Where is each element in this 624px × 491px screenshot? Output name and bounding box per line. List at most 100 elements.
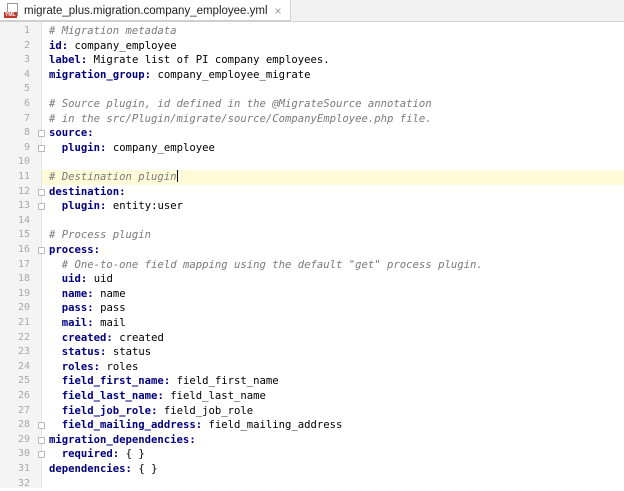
line-number: 31 xyxy=(17,463,30,474)
yaml-value: mail xyxy=(100,317,126,329)
code-line[interactable]: # Source plugin, id defined in the @Migr… xyxy=(42,97,624,112)
line-number: 29 xyxy=(17,433,30,445)
code-line-content: pass: pass xyxy=(49,301,126,316)
code-line-content: roles: roles xyxy=(49,360,139,375)
yaml-key: migration_group xyxy=(49,68,145,81)
code-line[interactable]: dependencies: { } xyxy=(42,462,624,477)
line-number: 13 xyxy=(17,200,30,212)
yaml-key: name xyxy=(61,287,88,300)
code-line-content: field_mailing_address: field_mailing_add… xyxy=(49,418,343,433)
code-comment: # Process plugin xyxy=(49,229,152,242)
fold-marker-icon[interactable] xyxy=(38,130,45,138)
yaml-value: Migrate list of PI company employees. xyxy=(93,54,330,67)
text-caret xyxy=(176,170,178,182)
close-icon[interactable]: × xyxy=(275,4,282,18)
code-line-content: name: name xyxy=(49,287,126,302)
code-line[interactable]: # in the src/Plugin/migrate/source/Compa… xyxy=(42,112,624,127)
code-line-content: # Destination plugin xyxy=(49,170,178,185)
line-number: 12 xyxy=(17,185,30,197)
code-line[interactable]: destination: xyxy=(42,185,624,200)
code-line-content: migration_dependencies: xyxy=(49,433,196,446)
code-line[interactable] xyxy=(42,82,624,97)
line-number: 28 xyxy=(17,419,30,431)
yaml-key: plugin xyxy=(61,141,101,154)
yaml-key: dependencies xyxy=(49,463,126,475)
code-line-content: # Source plugin, id defined in the @Migr… xyxy=(49,97,432,112)
yaml-key: roles xyxy=(61,360,94,373)
file-tab[interactable]: YML migrate_plus.migration.company_emplo… xyxy=(0,0,291,22)
code-line[interactable]: field_mailing_address: field_mailing_add… xyxy=(42,418,624,433)
code-line[interactable]: roles: roles xyxy=(42,360,624,375)
code-line[interactable]: field_first_name: field_first_name xyxy=(42,374,624,389)
yaml-value: { } xyxy=(125,448,145,461)
code-line[interactable]: id: company_employee xyxy=(42,39,624,54)
code-line[interactable]: required: { } xyxy=(42,447,624,462)
code-line-content: label: Migrate list of PI company employ… xyxy=(49,54,330,67)
code-line[interactable]: created: created xyxy=(42,331,624,346)
code-line[interactable]: migration_dependencies: xyxy=(42,433,624,448)
file-tab-label: migrate_plus.migration.company_employee.… xyxy=(24,4,268,17)
line-number: 7 xyxy=(23,112,30,124)
yaml-key: created xyxy=(61,331,107,344)
code-line[interactable]: field_last_name: field_last_name xyxy=(42,389,624,404)
code-line[interactable]: process: xyxy=(42,243,624,258)
code-line-content: # Process plugin xyxy=(49,228,151,243)
yaml-key: status xyxy=(61,346,101,359)
code-line[interactable]: name: name xyxy=(42,287,624,302)
code-line[interactable]: # One-to-one field mapping using the def… xyxy=(42,258,624,273)
code-line-content: dependencies: { } xyxy=(49,463,158,475)
yaml-key: destination xyxy=(49,185,120,198)
code-line[interactable]: source: xyxy=(42,126,624,141)
yaml-key: process xyxy=(49,244,94,256)
line-number: 5 xyxy=(23,83,30,95)
code-line[interactable] xyxy=(42,155,624,170)
code-comment: # Destination plugin xyxy=(49,171,177,183)
yaml-value: field_last_name xyxy=(170,390,266,402)
code-line[interactable]: plugin: company_employee xyxy=(42,141,624,156)
code-line[interactable]: label: Migrate list of PI company employ… xyxy=(42,53,624,68)
code-line[interactable]: # Process plugin xyxy=(42,228,624,243)
code-line[interactable]: uid: uid xyxy=(42,272,624,287)
line-number: 3 xyxy=(23,54,30,66)
yaml-value: uid xyxy=(93,273,113,286)
code-line[interactable]: field_job_role: field_job_role xyxy=(42,404,624,419)
code-line[interactable]: migration_group: company_employee_migrat… xyxy=(42,68,624,83)
yaml-key: label xyxy=(49,54,81,67)
yaml-key: id xyxy=(49,39,62,52)
line-number: 9 xyxy=(23,141,30,153)
code-line-content: field_job_role: field_job_role xyxy=(49,404,253,419)
fold-marker-icon[interactable] xyxy=(38,144,45,152)
code-line[interactable] xyxy=(42,477,624,491)
fold-marker-icon[interactable] xyxy=(38,436,45,444)
code-line[interactable]: # Destination plugin xyxy=(42,170,624,185)
line-number: 22 xyxy=(17,331,30,343)
fold-marker-icon[interactable] xyxy=(38,451,45,459)
line-number: 6 xyxy=(23,98,30,109)
code-line[interactable]: pass: pass xyxy=(42,301,624,316)
fold-marker-icon[interactable] xyxy=(38,247,45,254)
code-line[interactable] xyxy=(42,214,624,229)
code-line[interactable]: status: status xyxy=(42,345,624,360)
code-line[interactable]: mail: mail xyxy=(42,316,624,331)
code-editor[interactable]: # Migration metadata id: company_employee… xyxy=(42,22,624,488)
yaml-value: roles xyxy=(106,360,139,373)
code-line[interactable]: # Migration metadata xyxy=(42,24,624,39)
fold-marker-icon[interactable] xyxy=(38,188,45,196)
yaml-value: field_job_role xyxy=(163,404,254,417)
code-line[interactable]: plugin: entity:user xyxy=(42,199,624,214)
line-number: 1 xyxy=(23,25,30,36)
fold-marker-icon[interactable] xyxy=(38,422,45,430)
code-line-content: field_last_name: field_last_name xyxy=(49,389,266,404)
yml-file-icon: YML xyxy=(4,3,20,18)
fold-marker-icon[interactable] xyxy=(38,203,45,211)
yaml-key: mail xyxy=(61,317,88,329)
yaml-value: field_mailing_address xyxy=(208,419,343,432)
code-comment: # One-to-one field mapping using the def… xyxy=(61,258,483,271)
yaml-value: { } xyxy=(138,463,158,475)
